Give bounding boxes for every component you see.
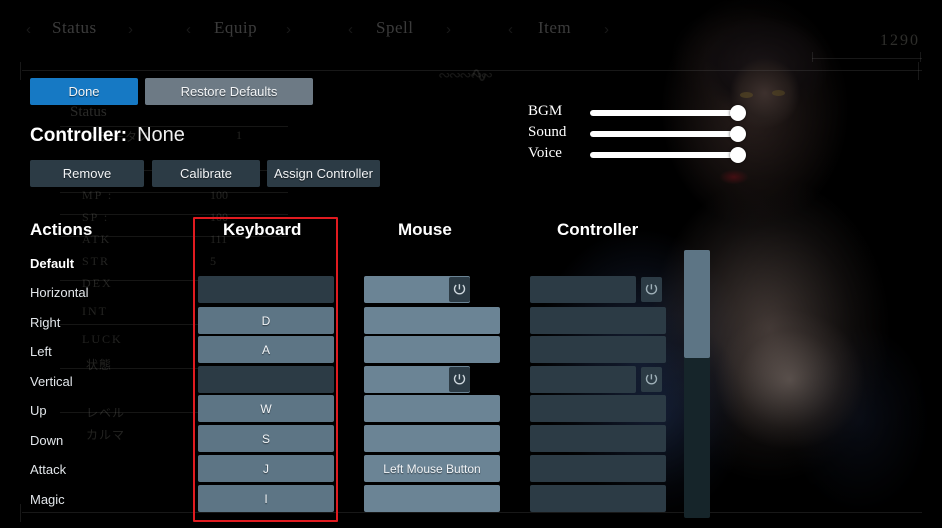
slider-knob-sound[interactable]: [730, 126, 746, 142]
keyboard-bind-right[interactable]: D: [198, 307, 334, 334]
slider-row-sound: Sound: [528, 124, 748, 144]
controller-bind-left[interactable]: [530, 336, 666, 363]
column-header-controller: Controller: [557, 220, 639, 239]
controller-bind-up[interactable]: [530, 395, 666, 422]
controller-label: Controller:: [30, 125, 128, 146]
action-label-down: Down: [30, 433, 64, 448]
controller-value: None: [137, 124, 185, 146]
keyboard-bind-magic[interactable]: I: [198, 485, 334, 512]
action-label-horizontal: Horizontal: [30, 285, 89, 300]
keyboard-bind-up[interactable]: W: [198, 395, 334, 422]
mouse-invert-vertical-toggle[interactable]: [449, 367, 470, 392]
action-label-default: Default: [30, 256, 75, 271]
invert-axis-icon: [453, 374, 466, 385]
restore-defaults-button: Restore Defaults: [145, 78, 313, 105]
invert-axis-icon: [645, 374, 658, 385]
remove-controller-button[interactable]: Remove: [30, 160, 144, 187]
slider-track-sound[interactable]: [590, 131, 738, 137]
controller-invert-vertical-toggle[interactable]: [641, 367, 662, 392]
controller-bind-attack[interactable]: [530, 455, 666, 482]
mouse-invert-horizontal-toggle[interactable]: [449, 277, 470, 302]
slider-track-bgm[interactable]: [590, 110, 738, 116]
column-header-actions: Actions: [30, 220, 93, 239]
action-label-up: Up: [30, 403, 47, 418]
slider-label-voice: Voice: [528, 145, 562, 161]
mouse-bind-magic[interactable]: [364, 485, 500, 512]
column-header-keyboard: Keyboard: [223, 220, 302, 239]
controller-invert-horizontal-toggle[interactable]: [641, 277, 662, 302]
mouse-bind-attack[interactable]: Left Mouse Button: [364, 455, 500, 482]
keyboard-bind-attack[interactable]: J: [198, 455, 334, 482]
assign-controller-button[interactable]: Assign Controller: [267, 160, 380, 187]
keyboard-bind-down[interactable]: S: [198, 425, 334, 452]
keyboard-bind-left[interactable]: A: [198, 336, 334, 363]
controller-bind-magic[interactable]: [530, 485, 666, 512]
mouse-bind-up[interactable]: [364, 395, 500, 422]
keyboard-bind-vertical[interactable]: [198, 366, 334, 393]
controller-bind-horizontal[interactable]: [530, 276, 636, 303]
mouse-bind-down[interactable]: [364, 425, 500, 452]
slider-row-bgm: BGM: [528, 103, 748, 123]
slider-track-voice[interactable]: [590, 152, 738, 158]
slider-label-sound: Sound: [528, 124, 567, 140]
controller-bind-vertical[interactable]: [530, 366, 636, 393]
controller-status: Controller: None: [30, 124, 185, 150]
slider-knob-voice[interactable]: [730, 147, 746, 163]
invert-axis-icon: [645, 284, 658, 295]
action-label-attack: Attack: [30, 462, 67, 477]
options-overlay: Done Restore Defaults Controller: None R…: [0, 0, 942, 528]
controller-bind-right[interactable]: [530, 307, 666, 334]
calibrate-button[interactable]: Calibrate: [152, 160, 260, 187]
slider-row-voice: Voice: [528, 145, 748, 165]
slider-knob-bgm[interactable]: [730, 105, 746, 121]
mouse-bind-left[interactable]: [364, 336, 500, 363]
done-button[interactable]: Done: [30, 78, 138, 105]
action-label-right: Right: [30, 315, 61, 330]
column-header-mouse: Mouse: [398, 220, 452, 239]
action-label-vertical: Vertical: [30, 374, 73, 389]
keyboard-bind-horizontal[interactable]: [198, 276, 334, 303]
action-label-magic: Magic: [30, 492, 65, 507]
slider-label-bgm: BGM: [528, 103, 563, 119]
mouse-bind-right[interactable]: [364, 307, 500, 334]
controller-bind-down[interactable]: [530, 425, 666, 452]
action-label-left: Left: [30, 344, 52, 359]
bindings-scrollbar-thumb[interactable]: [684, 250, 710, 358]
invert-axis-icon: [453, 284, 466, 295]
